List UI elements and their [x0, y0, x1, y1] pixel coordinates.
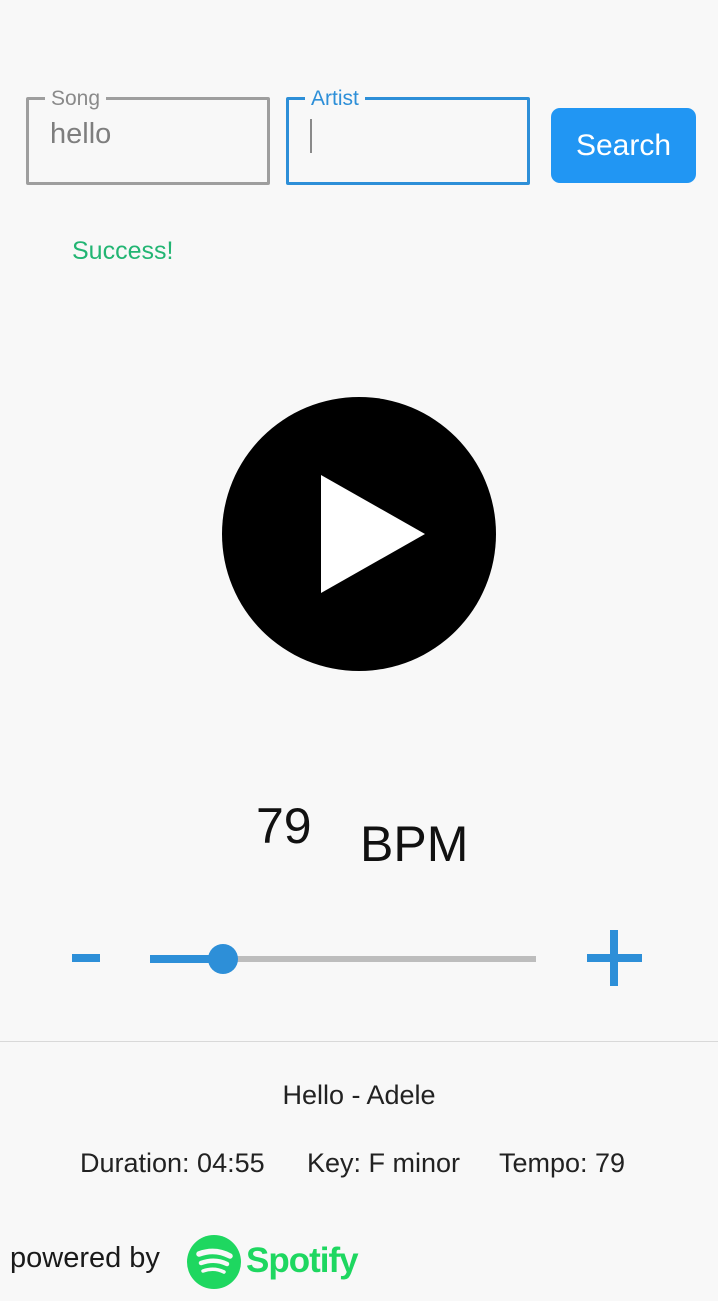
song-field-label: Song	[45, 86, 107, 112]
text-cursor	[310, 119, 312, 153]
artist-field[interactable]: Artist	[286, 86, 530, 185]
play-icon	[321, 475, 425, 593]
plus-icon-vertical	[610, 930, 618, 986]
status-message: Success!	[72, 237, 174, 265]
artist-field-label: Artist	[305, 86, 365, 112]
song-field-value: hello	[50, 118, 112, 150]
song-field[interactable]: Song hello	[26, 86, 270, 185]
search-button[interactable]: Search	[551, 108, 696, 183]
minus-icon	[72, 954, 100, 962]
track-tempo: Tempo: 79	[499, 1148, 626, 1178]
track-key: Key: F minor	[307, 1148, 461, 1178]
bpm-value: 79	[256, 798, 312, 854]
play-button[interactable]	[222, 397, 496, 671]
tempo-slider[interactable]	[150, 940, 536, 978]
track-title: Hello - Adele	[282, 1080, 436, 1110]
powered-by-text: powered by	[10, 1242, 160, 1274]
decrease-tempo-button[interactable]	[70, 930, 106, 986]
track-duration: Duration: 04:55	[80, 1148, 265, 1178]
spotify-logo-icon	[187, 1235, 241, 1289]
spotify-logo: Spotify	[186, 1234, 376, 1290]
slider-thumb[interactable]	[208, 944, 239, 974]
bpm-label: BPM	[360, 816, 469, 872]
divider	[0, 1041, 718, 1042]
spotify-wordmark: Spotify	[246, 1241, 359, 1280]
increase-tempo-button[interactable]	[584, 928, 644, 988]
